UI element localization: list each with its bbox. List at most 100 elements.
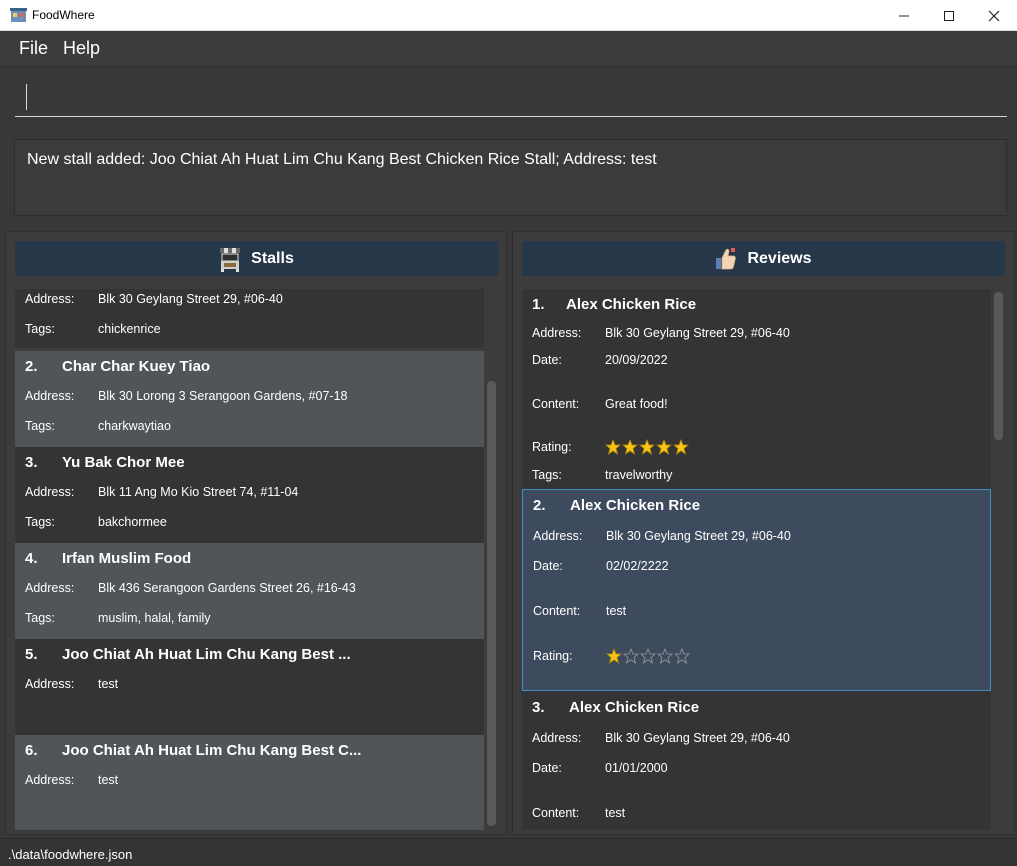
stall-address: Blk 30 Geylang Street 29, #06-40 — [98, 292, 283, 306]
stall-tags: muslim, halal, family — [98, 611, 211, 625]
review-date: 02/02/2222 — [606, 559, 669, 573]
reviews-list[interactable]: 1. Alex Chicken Rice Address: Blk 30 Gey… — [522, 289, 991, 830]
stall-name: Yu Bak Chor Mee — [62, 454, 185, 471]
address-label: Address: — [25, 773, 75, 787]
maximize-button[interactable] — [926, 0, 972, 31]
address-label: Address: — [25, 389, 75, 403]
star-filled-icon — [606, 648, 622, 664]
star-filled-icon — [622, 439, 638, 455]
reviews-header-label: Reviews — [747, 249, 812, 267]
stall-card[interactable]: 6. Joo Chiat Ah Huat Lim Chu Kang Best C… — [15, 735, 484, 830]
menu-file[interactable]: File — [19, 38, 48, 59]
review-content: test — [605, 806, 626, 820]
star-filled-icon — [673, 439, 689, 455]
review-card[interactable]: 3. Alex Chicken Rice Address: Blk 30 Gey… — [522, 691, 991, 830]
stall-name: Irfan Muslim Food — [62, 550, 192, 567]
review-address: Blk 30 Geylang Street 29, #06-40 — [606, 529, 791, 543]
address-label: Address: — [25, 292, 75, 306]
stall-index: 2. — [25, 358, 38, 375]
stall-card[interactable]: 4. Irfan Muslim Food Address: Blk 436 Se… — [15, 543, 484, 639]
rating-label: Rating: — [533, 649, 573, 663]
tags-label: Tags: — [25, 611, 55, 625]
stall-tags: chickenrice — [98, 322, 161, 336]
content-label: Content: — [533, 604, 581, 618]
star-filled-icon — [639, 439, 655, 455]
stall-index: 3. — [25, 454, 38, 471]
title-bar: FoodWhere — [0, 0, 1017, 31]
date-label: Date: — [532, 353, 562, 367]
stall-tags: charkwaytiao — [98, 419, 171, 433]
review-card[interactable]: 1. Alex Chicken Rice Address: Blk 30 Gey… — [522, 289, 991, 489]
reviews-scrollbar[interactable] — [994, 292, 1003, 440]
stall-address: Blk 11 Ang Mo Kio Street 74, #11-04 — [98, 485, 299, 499]
review-stall-name: Alex Chicken Rice — [566, 296, 697, 313]
date-label: Date: — [533, 559, 563, 573]
rating-label: Rating: — [532, 440, 572, 454]
stall-index: 4. — [25, 550, 38, 567]
stall-name: Char Char Kuey Tiao — [62, 358, 211, 375]
stall-index: 6. — [25, 742, 38, 759]
review-date: 01/01/2000 — [605, 761, 668, 775]
review-address: Blk 30 Geylang Street 29, #06-40 — [605, 326, 790, 340]
thumbs-up-icon — [716, 247, 737, 269]
command-input[interactable] — [15, 77, 1007, 117]
tags-label: Tags: — [532, 468, 562, 482]
stall-index: 5. — [25, 646, 38, 663]
main-panels: Stalls Address: Blk 30 Geylang Street 29… — [0, 228, 1017, 838]
address-label: Address: — [25, 485, 75, 499]
stall-card[interactable]: 2. Char Char Kuey Tiao Address: Blk 30 L… — [15, 351, 484, 447]
minimize-button[interactable] — [881, 0, 927, 31]
minimize-icon — [899, 15, 909, 16]
star-empty-icon — [640, 648, 656, 664]
menu-help[interactable]: Help — [63, 38, 100, 59]
review-stall-name: Alex Chicken Rice — [569, 699, 700, 716]
review-index: 2. — [533, 497, 546, 514]
close-icon — [988, 10, 1000, 21]
stall-address: test — [98, 773, 119, 787]
tags-label: Tags: — [25, 515, 55, 529]
review-content: test — [606, 604, 627, 618]
stall-name: Joo Chiat Ah Huat Lim Chu Kang Best C... — [62, 742, 362, 759]
result-display: New stall added: Joo Chiat Ah Huat Lim C… — [14, 139, 1007, 216]
address-label: Address: — [25, 581, 75, 595]
stall-name: Joo Chiat Ah Huat Lim Chu Kang Best ... — [62, 646, 351, 663]
content-label: Content: — [532, 806, 580, 820]
reviews-header: Reviews — [522, 241, 1005, 276]
review-stall-name: Alex Chicken Rice — [570, 497, 701, 514]
stall-address: Blk 30 Lorong 3 Serangoon Gardens, #07-1… — [98, 389, 348, 403]
stall-card[interactable]: Address: Blk 30 Geylang Street 29, #06-4… — [15, 289, 484, 348]
save-location: .\data\foodwhere.json — [8, 847, 133, 862]
tags-label: Tags: — [25, 419, 55, 433]
window-title: FoodWhere — [32, 8, 95, 22]
maximize-icon — [944, 10, 954, 21]
app-icon — [10, 8, 27, 22]
text-caret — [26, 84, 27, 110]
address-label: Address: — [532, 731, 582, 745]
stalls-list[interactable]: Address: Blk 30 Geylang Street 29, #06-4… — [15, 289, 484, 830]
menu-bar: File Help — [0, 31, 1017, 67]
content-label: Content: — [532, 397, 580, 411]
stall-card[interactable]: 3. Yu Bak Chor Mee Address: Blk 11 Ang M… — [15, 447, 484, 543]
review-date: 20/09/2022 — [605, 353, 668, 367]
result-message: New stall added: Joo Chiat Ah Huat Lim C… — [27, 151, 657, 168]
stall-card[interactable]: 5. Joo Chiat Ah Huat Lim Chu Kang Best .… — [15, 639, 484, 735]
address-label: Address: — [532, 326, 582, 340]
star-empty-icon — [623, 648, 639, 664]
status-bar: .\data\foodwhere.json — [0, 838, 1017, 866]
review-card-selected[interactable]: 2. Alex Chicken Rice Address: Blk 30 Gey… — [522, 489, 991, 691]
reviews-panel: Reviews 1. Alex Chicken Rice Address: Bl… — [512, 231, 1015, 835]
review-index: 1. — [532, 296, 545, 313]
stall-address: Blk 436 Serangoon Gardens Street 26, #16… — [98, 581, 356, 595]
star-empty-icon — [674, 648, 690, 664]
close-button[interactable] — [971, 0, 1017, 31]
star-filled-icon — [605, 439, 621, 455]
stalls-scrollbar[interactable] — [487, 381, 496, 826]
stall-icon — [220, 247, 241, 272]
command-area — [0, 67, 1017, 127]
stalls-header-label: Stalls — [251, 249, 294, 267]
result-area: New stall added: Joo Chiat Ah Huat Lim C… — [0, 127, 1017, 228]
address-label: Address: — [25, 677, 75, 691]
rating-stars — [605, 439, 689, 455]
review-index: 3. — [532, 699, 545, 716]
address-label: Address: — [533, 529, 583, 543]
